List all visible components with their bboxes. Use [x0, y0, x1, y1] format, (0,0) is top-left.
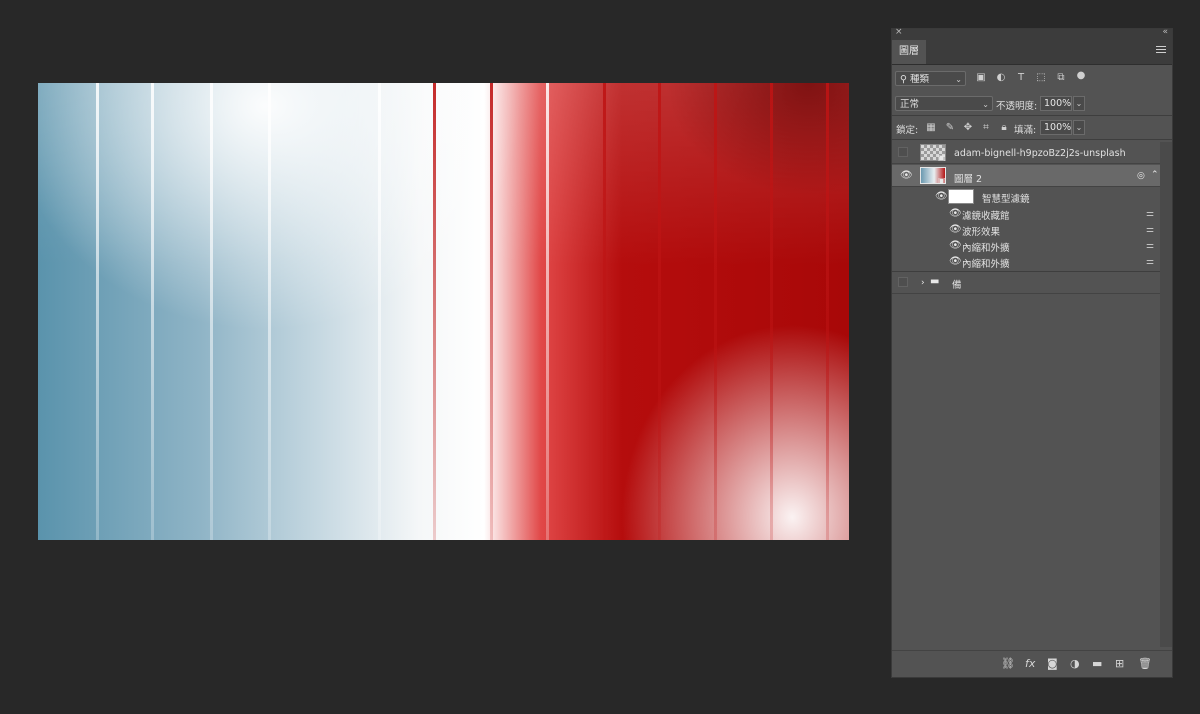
- layer-name: 圖層 2: [954, 174, 983, 185]
- image-streak: [378, 83, 381, 540]
- eye-icon[interactable]: 👁︎: [949, 257, 962, 267]
- opacity-label: 不透明度:: [996, 101, 1038, 112]
- eye-icon[interactable]: 👁︎: [935, 192, 948, 202]
- lock-row: 鎖定: ▦ ✎ ✥ ⌗ 🔒︎ 填滿: 100% ⌄: [892, 119, 1172, 137]
- filter-mask-thumbnail[interactable]: [948, 189, 974, 204]
- filter-toggle-icon[interactable]: ●: [1075, 70, 1087, 82]
- divider: [892, 115, 1172, 116]
- chevron-down-icon: ⌄: [982, 100, 989, 109]
- filter-kind-select[interactable]: ⚲ 種類 ⌄: [895, 71, 966, 86]
- image-streak: [490, 83, 493, 540]
- fx-icon[interactable]: fx: [1025, 657, 1035, 670]
- smart-filter-item[interactable]: 👁︎ 內縮和外擴 ⚌: [892, 238, 1160, 255]
- close-icon[interactable]: ×: [895, 27, 903, 37]
- layer-name: adam-bignell-h9pzoBz2j2s-unsplash: [954, 148, 1126, 159]
- lock-transparency-icon[interactable]: ▦: [925, 122, 937, 134]
- filter-blending-options-icon[interactable]: ⚌: [1146, 257, 1154, 267]
- smart-filter-item[interactable]: 👁︎ 濾鏡收藏館 ⚌: [892, 206, 1160, 223]
- chevron-down-icon: ⌄: [955, 75, 962, 84]
- visibility-toggle-empty[interactable]: [898, 277, 908, 287]
- group-name: 備: [952, 280, 962, 291]
- layer-row-group[interactable]: › ▬ 備: [892, 272, 1160, 294]
- eye-icon[interactable]: 👁︎: [949, 241, 962, 251]
- fill-label: 填滿:: [1014, 125, 1037, 136]
- add-mask-icon[interactable]: ◙: [1047, 657, 1058, 670]
- smart-filters-label: 智慧型濾鏡: [982, 194, 1030, 205]
- image-streak: [826, 83, 829, 540]
- tab-layers[interactable]: 圖層: [892, 40, 926, 64]
- search-icon: ⚲: [900, 74, 907, 85]
- image-streak: [433, 83, 436, 540]
- lock-artboard-icon[interactable]: ⌗: [980, 122, 992, 134]
- visibility-toggle-empty[interactable]: [898, 147, 908, 157]
- filter-row: ⚲ 種類 ⌄ ▣ ◐ T ⬚ ⧉ ●: [892, 70, 1172, 88]
- adjustment-layer-icon[interactable]: ◑: [1070, 657, 1080, 670]
- type-filter-icon[interactable]: T: [1015, 72, 1027, 84]
- adjustment-filter-icon[interactable]: ◐: [995, 72, 1007, 84]
- image-streak: [603, 83, 606, 540]
- lock-label: 鎖定:: [896, 125, 919, 136]
- link-layers-icon[interactable]: ⛓: [1001, 657, 1015, 670]
- filter-blending-options-icon[interactable]: ⚌: [1146, 209, 1154, 219]
- filter-name: 濾鏡收藏館: [962, 211, 1010, 222]
- panel-header-strip: × «: [892, 27, 1172, 40]
- panel-scrollbar[interactable]: [1160, 142, 1172, 647]
- panel-menu-icon[interactable]: [1156, 46, 1166, 56]
- fill-input[interactable]: 100%: [1040, 120, 1072, 135]
- divider: [892, 139, 1172, 140]
- smart-object-filter-icon[interactable]: ⧉: [1055, 72, 1067, 84]
- image-streak: [96, 83, 99, 540]
- opacity-input[interactable]: 100%: [1040, 96, 1072, 111]
- blend-mode-label: 正常: [900, 99, 920, 110]
- pixel-filter-icon[interactable]: ▣: [975, 72, 987, 84]
- image-streak: [210, 83, 213, 540]
- filter-name: 內縮和外擴: [962, 259, 1010, 270]
- filter-name: 波形效果: [962, 227, 1001, 238]
- smart-object-badge-icon: ▣: [938, 153, 946, 162]
- filter-blending-options-icon[interactable]: ⚌: [1146, 225, 1154, 235]
- lock-pixels-icon[interactable]: ✎: [944, 122, 956, 134]
- image-streak: [714, 83, 717, 540]
- smart-filter-item[interactable]: 👁︎ 波形效果 ⚌: [892, 222, 1160, 239]
- chevron-up-icon[interactable]: ⌃: [1151, 170, 1159, 180]
- smart-filter-item[interactable]: 👁︎ 內縮和外擴 ⚌: [892, 254, 1160, 271]
- lock-all-icon[interactable]: 🔒︎: [998, 122, 1010, 134]
- image-streak: [151, 83, 154, 540]
- smart-filters-row[interactable]: 👁︎ 智慧型濾鏡: [892, 188, 1160, 206]
- blend-mode-select[interactable]: 正常 ⌄: [895, 96, 993, 111]
- trash-icon[interactable]: 🗑︎: [1138, 657, 1152, 670]
- eye-icon[interactable]: 👁︎: [949, 225, 962, 235]
- smart-object-badge-icon: ▣: [938, 176, 946, 185]
- shape-filter-icon[interactable]: ⬚: [1035, 72, 1047, 84]
- lock-position-icon[interactable]: ✥: [962, 122, 974, 134]
- document-canvas[interactable]: [38, 83, 849, 540]
- filter-name: 內縮和外擴: [962, 243, 1010, 254]
- fill-slider-toggle[interactable]: ⌄: [1073, 120, 1085, 135]
- panel-bottom-bar: ⛓ fx ◙ ◑ ▬ ⊞ 🗑︎: [892, 650, 1172, 677]
- layers-panel: × « 圖層 ⚲ 種類 ⌄ ▣ ◐ T ⬚ ⧉ ● 正常 ⌄ 不透明度: 100…: [891, 27, 1173, 678]
- panel-tab-row: 圖層: [892, 40, 1172, 65]
- blend-row: 正常 ⌄ 不透明度: 100% ⌄: [892, 95, 1172, 113]
- opacity-slider-toggle[interactable]: ⌄: [1073, 96, 1085, 111]
- new-layer-icon[interactable]: ⊞: [1115, 657, 1124, 670]
- image-streak: [770, 83, 773, 540]
- collapse-icon[interactable]: «: [1162, 27, 1168, 37]
- filter-kind-label: 種類: [910, 74, 930, 85]
- image-streak: [658, 83, 661, 540]
- canvas-image: [38, 83, 849, 540]
- image-streak: [546, 83, 549, 540]
- layer-row-photo[interactable]: ▣ adam-bignell-h9pzoBz2j2s-unsplash: [892, 142, 1160, 164]
- layer-row-layer2[interactable]: 👁︎ ▣ 圖層 2 ◎ ⌃: [892, 165, 1160, 187]
- smart-filter-indicator-icon: ◎: [1137, 171, 1145, 181]
- eye-icon[interactable]: 👁︎: [949, 209, 962, 219]
- new-group-icon[interactable]: ▬: [1092, 657, 1102, 670]
- image-streak: [268, 83, 271, 540]
- eye-icon[interactable]: 👁︎: [900, 171, 913, 181]
- chevron-right-icon[interactable]: ›: [921, 278, 925, 288]
- folder-icon: ▬: [930, 276, 940, 287]
- filter-blending-options-icon[interactable]: ⚌: [1146, 241, 1154, 251]
